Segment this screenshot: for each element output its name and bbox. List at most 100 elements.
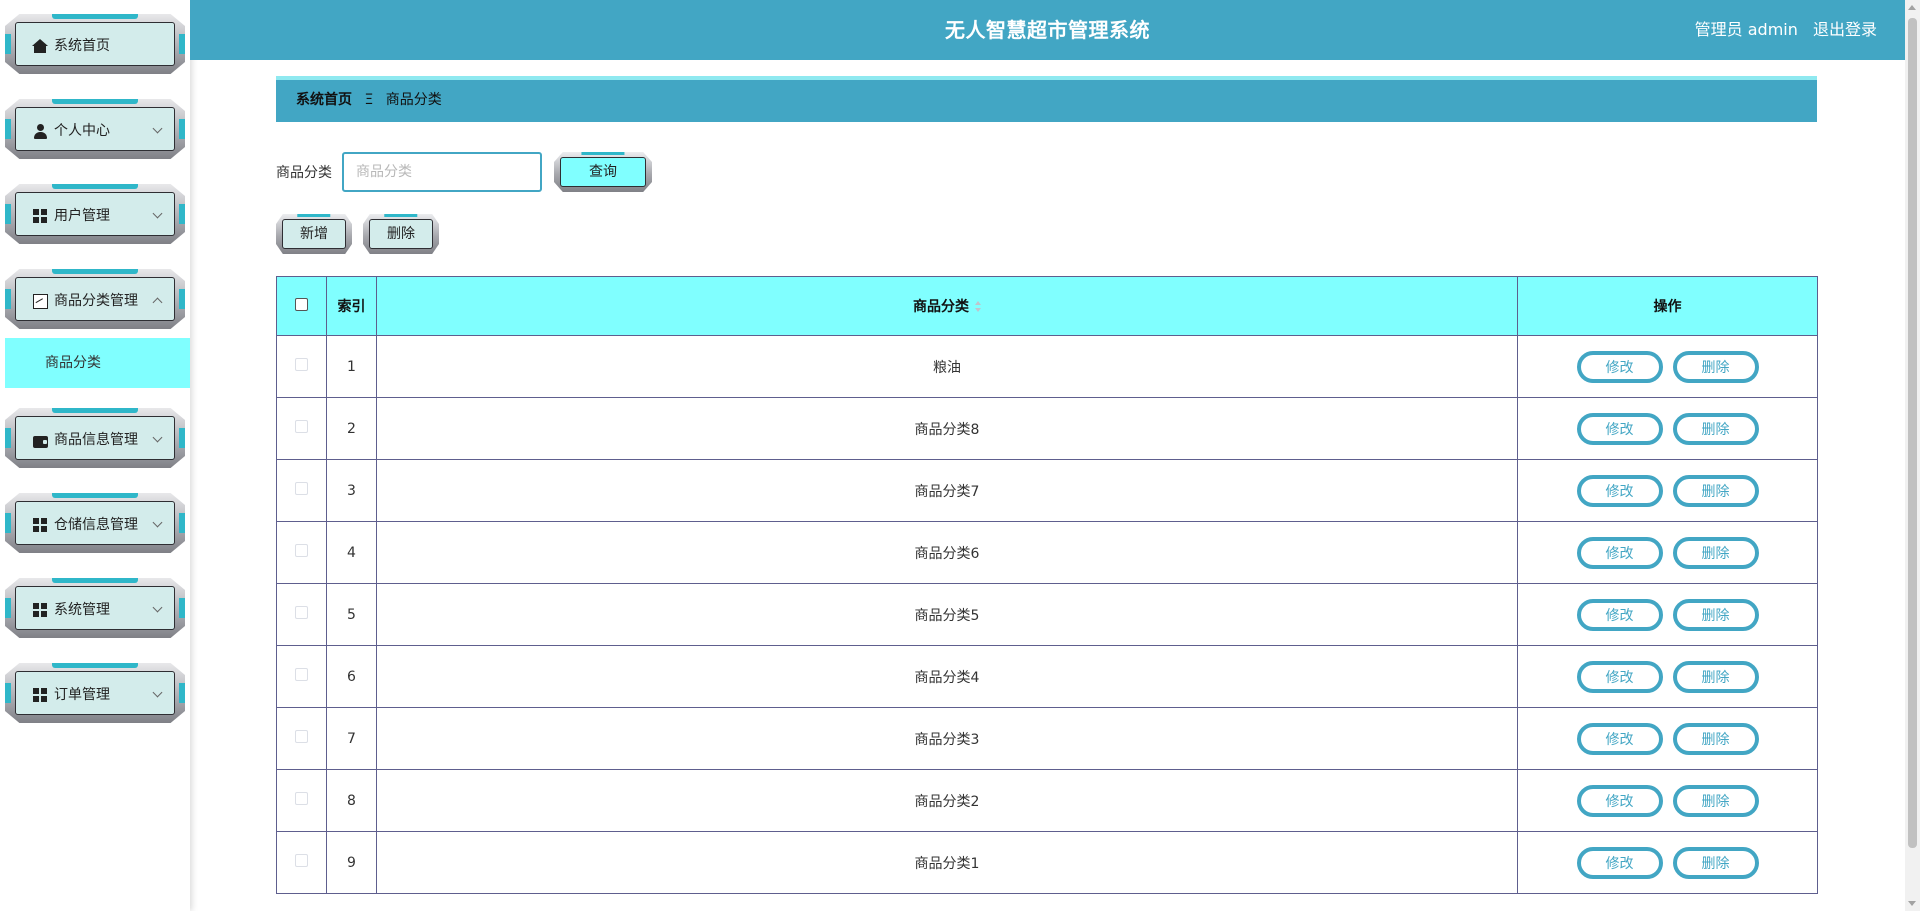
sidebar-item-personal[interactable]: 个人中心 xyxy=(5,93,185,163)
add-button-label: 新增 xyxy=(300,226,328,242)
sidebar-item-warehouse-button[interactable]: 仓储信息管理 xyxy=(5,493,185,553)
delete-button[interactable]: 删除 xyxy=(1672,536,1759,569)
row-checkbox[interactable] xyxy=(295,482,308,495)
row-category: 商品分类8 xyxy=(376,397,1518,460)
chevron-down-icon xyxy=(152,517,163,528)
page-scrollbar[interactable] xyxy=(1905,0,1920,911)
edit-button[interactable]: 修改 xyxy=(1576,474,1663,507)
sidebar-item-label: 仓储信息管理 xyxy=(54,517,138,533)
row-select[interactable] xyxy=(276,583,327,646)
edit-button[interactable]: 修改 xyxy=(1576,350,1663,383)
row-index: 8 xyxy=(326,769,377,832)
side-decoration xyxy=(179,119,185,139)
menu-content: 商品信息管理 xyxy=(33,430,138,450)
delete-button[interactable]: 删除 xyxy=(1672,660,1759,693)
user-area: 管理员 admin 退出登录 xyxy=(1685,0,1877,60)
table-row: 5 商品分类5 修改 删除 xyxy=(276,583,1818,646)
row-checkbox[interactable] xyxy=(295,544,308,557)
delete-button[interactable]: 删除 xyxy=(1672,350,1759,383)
row-checkbox[interactable] xyxy=(295,358,308,371)
sidebar-item-product-info-button[interactable]: 商品信息管理 xyxy=(5,408,185,468)
batch-delete-button[interactable]: 删除 xyxy=(363,214,439,254)
row-select[interactable] xyxy=(276,521,327,584)
sidebar-item-orders-button[interactable]: 订单管理 xyxy=(5,663,185,723)
breadcrumb-home[interactable]: 系统首页 xyxy=(296,92,352,108)
edit-button[interactable]: 修改 xyxy=(1576,660,1663,693)
sidebar-item-category-management[interactable]: 商品分类管理 xyxy=(5,263,185,333)
scroll-down-icon[interactable] xyxy=(1908,901,1916,906)
row-select[interactable] xyxy=(276,831,327,894)
edit-button[interactable]: 修改 xyxy=(1576,536,1663,569)
search-input[interactable] xyxy=(342,152,542,192)
side-decoration xyxy=(5,289,11,309)
edit-button[interactable]: 修改 xyxy=(1576,412,1663,445)
row-index: 1 xyxy=(326,335,377,398)
header-category[interactable]: 商品分类 xyxy=(376,276,1518,336)
delete-button[interactable]: 删除 xyxy=(1672,412,1759,445)
row-checkbox[interactable] xyxy=(295,792,308,805)
batch-delete-button-label: 删除 xyxy=(387,226,415,242)
query-button[interactable]: 查询 xyxy=(554,152,652,192)
sidebar-item-users-button[interactable]: 用户管理 xyxy=(5,184,185,244)
sidebar-item-system[interactable]: 系统管理 xyxy=(5,572,185,642)
row-checkbox[interactable] xyxy=(295,668,308,681)
tab-decoration xyxy=(52,99,138,104)
row-index: 4 xyxy=(326,521,377,584)
scrollbar-thumb[interactable] xyxy=(1908,18,1917,848)
delete-button[interactable]: 删除 xyxy=(1672,474,1759,507)
table-row: 1 粮油 修改 删除 xyxy=(276,335,1818,398)
user-icon xyxy=(33,123,48,139)
sidebar-item-system-button[interactable]: 系统管理 xyxy=(5,578,185,638)
select-all-checkbox[interactable] xyxy=(295,297,308,311)
delete-button[interactable]: 删除 xyxy=(1672,598,1759,631)
row-select[interactable] xyxy=(276,769,327,832)
row-checkbox[interactable] xyxy=(295,854,308,867)
logout-link[interactable]: 退出登录 xyxy=(1813,20,1877,39)
row-operations: 修改 删除 xyxy=(1517,645,1818,708)
sidebar-item-category-management-button[interactable]: 商品分类管理 xyxy=(5,269,185,329)
sidebar-item-home-button[interactable]: 系统首页 xyxy=(5,14,185,74)
sidebar-item-personal-button[interactable]: 个人中心 xyxy=(5,99,185,159)
sidebar-item-product-info[interactable]: 商品信息管理 xyxy=(5,402,185,472)
table-row: 2 商品分类8 修改 删除 xyxy=(276,397,1818,460)
side-decoration xyxy=(5,598,11,618)
sidebar-item-warehouse[interactable]: 仓储信息管理 xyxy=(5,487,185,557)
row-checkbox[interactable] xyxy=(295,606,308,619)
row-checkbox[interactable] xyxy=(295,730,308,743)
menu-content: 订单管理 xyxy=(33,685,110,705)
tab-decoration xyxy=(52,493,138,498)
delete-button[interactable]: 删除 xyxy=(1672,722,1759,755)
chart-icon xyxy=(33,293,48,309)
row-select[interactable] xyxy=(276,397,327,460)
row-select[interactable] xyxy=(276,645,327,708)
row-checkbox[interactable] xyxy=(295,420,308,433)
sidebar-subitem-category[interactable]: 商品分类 xyxy=(5,338,190,388)
scroll-up-icon[interactable] xyxy=(1908,5,1916,10)
header-select-all[interactable] xyxy=(276,276,327,336)
sidebar-item-home[interactable]: 系统首页 xyxy=(5,8,185,78)
search-row: 商品分类 查询 xyxy=(276,152,652,192)
edit-button[interactable]: 修改 xyxy=(1576,784,1663,817)
edit-button[interactable]: 修改 xyxy=(1576,722,1663,755)
home-icon xyxy=(32,38,48,54)
row-select[interactable] xyxy=(276,459,327,522)
add-button[interactable]: 新增 xyxy=(276,214,352,254)
row-select[interactable] xyxy=(276,335,327,398)
sidebar-item-users[interactable]: 用户管理 xyxy=(5,178,185,248)
row-operations: 修改 删除 xyxy=(1517,707,1818,770)
row-category: 粮油 xyxy=(376,335,1518,398)
row-operations: 修改 删除 xyxy=(1517,397,1818,460)
table-row: 8 商品分类2 修改 删除 xyxy=(276,769,1818,832)
row-select[interactable] xyxy=(276,707,327,770)
edit-button[interactable]: 修改 xyxy=(1576,846,1663,879)
delete-button[interactable]: 删除 xyxy=(1672,846,1759,879)
sort-icon[interactable] xyxy=(975,301,981,313)
delete-button[interactable]: 删除 xyxy=(1672,784,1759,817)
chevron-down-icon xyxy=(152,602,163,613)
table-row: 3 商品分类7 修改 删除 xyxy=(276,459,1818,522)
sidebar-item-orders[interactable]: 订单管理 xyxy=(5,657,185,727)
edit-button[interactable]: 修改 xyxy=(1576,598,1663,631)
table-row: 4 商品分类6 修改 删除 xyxy=(276,521,1818,584)
grid-icon xyxy=(33,602,48,618)
sidebar-item-label: 商品分类管理 xyxy=(54,293,138,309)
